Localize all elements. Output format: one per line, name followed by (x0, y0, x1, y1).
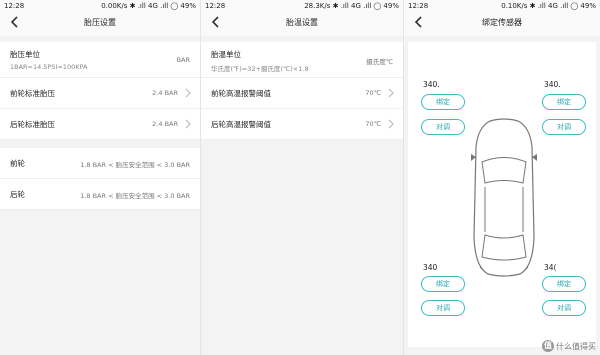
watermark-text: 什么值得买 (556, 341, 596, 351)
sensor-id-rear-right: 34( (544, 263, 557, 272)
bind-button-front-left[interactable]: 绑定 (421, 94, 465, 110)
tire-pressure-screen: 12:28 0.00K/s ✱ .ıll 4G .ıll ◯ 49% 胎压设置 … (0, 0, 200, 355)
pressure-unit-row[interactable]: 胎压单位 1BAR=14.5PSI=100KPA BAR (0, 42, 200, 78)
row-value: 70℃ (365, 120, 381, 128)
chevron-right-icon (388, 119, 394, 129)
row-value: 摄氏度℃ (366, 58, 393, 66)
row-value: 2.4 BAR (152, 89, 178, 97)
row-label: 胎温单位 (211, 50, 241, 59)
settings-list: 胎温单位 华氏度(℉)=32+摄氏度(℃)×1.8 摄氏度℃ 前轮高温报警阈值 … (201, 42, 403, 140)
front-high-temp-threshold-row[interactable]: 前轮高温报警阈值 70℃ (201, 78, 403, 109)
status-time: 12:28 (205, 2, 226, 10)
settings-list: 胎压单位 1BAR=14.5PSI=100KPA BAR 前轮标准胎压 2.4 … (0, 42, 200, 210)
swap-button-rear-right[interactable]: 对调 (542, 300, 586, 316)
status-indicators: 28.3K/s ✱ .ıll 4G .ıll ◯ 49% (304, 2, 399, 10)
swap-button-front-left[interactable]: 对调 (421, 119, 465, 135)
watermark-logo: 值 (542, 340, 554, 352)
rear-standard-pressure-row[interactable]: 后轮标准胎压 2.4 BAR (0, 109, 200, 140)
status-bar: 12:28 0.10K/s ✱ .ıll 4G .ıll ◯ 49% (404, 0, 600, 12)
page-title: 胎温设置 (286, 18, 318, 27)
row-value: 1.8 BAR < 胎压安全范围 < 3.0 BAR (80, 192, 190, 200)
car-top-view-icon (471, 118, 537, 277)
row-value: 70℃ (365, 89, 381, 97)
page-title: 胎压设置 (84, 18, 116, 27)
row-label: 胎压单位 (10, 50, 40, 59)
status-bar: 12:28 28.3K/s ✱ .ıll 4G .ıll ◯ 49% (201, 0, 403, 12)
rear-high-temp-threshold-row[interactable]: 后轮高温报警阈值 70℃ (201, 109, 403, 140)
row-label: 后轮 (10, 190, 25, 199)
temperature-unit-row[interactable]: 胎温单位 华氏度(℉)=32+摄氏度(℃)×1.8 摄氏度℃ (201, 42, 403, 78)
chevron-right-icon (185, 88, 191, 98)
status-time: 12:28 (4, 2, 25, 10)
status-time: 12:28 (408, 2, 429, 10)
title-bar: 胎温设置 (201, 12, 403, 36)
chevron-right-icon (185, 119, 191, 129)
front-standard-pressure-row[interactable]: 前轮标准胎压 2.4 BAR (0, 78, 200, 109)
row-value: 2.4 BAR (152, 120, 178, 128)
row-sublabel: 华氏度(℉)=32+摄氏度(℃)×1.8 (211, 65, 309, 73)
title-bar: 绑定传感器 (404, 12, 600, 36)
bind-sensor-screen: 12:28 0.10K/s ✱ .ıll 4G .ıll ◯ 49% 绑定传感器… (403, 0, 600, 355)
title-bar: 胎压设置 (0, 12, 200, 36)
status-indicators: 0.00K/s ✱ .ıll 4G .ıll ◯ 49% (101, 2, 196, 10)
bind-button-rear-left[interactable]: 绑定 (421, 276, 465, 292)
row-label: 前轮高温报警阈值 (211, 89, 271, 98)
sensor-id-rear-left: 340 (423, 263, 438, 272)
swap-button-rear-left[interactable]: 对调 (421, 300, 465, 316)
chevron-right-icon (388, 88, 394, 98)
swap-button-front-right[interactable]: 对调 (542, 119, 586, 135)
row-label: 后轮标准胎压 (10, 120, 55, 129)
sensor-id-front-right: 340. (544, 80, 561, 89)
row-sublabel: 1BAR=14.5PSI=100KPA (10, 63, 88, 71)
row-label: 前轮 (10, 159, 25, 168)
tire-temperature-screen: 12:28 28.3K/s ✱ .ıll 4G .ıll ◯ 49% 胎温设置 … (200, 0, 403, 355)
bind-button-front-right[interactable]: 绑定 (542, 94, 586, 110)
rear-wheel-range-row[interactable]: 后轮 1.8 BAR < 胎压安全范围 < 3.0 BAR (0, 179, 200, 210)
row-label: 后轮高温报警阈值 (211, 120, 271, 129)
status-indicators: 0.10K/s ✱ .ıll 4G .ıll ◯ 49% (501, 2, 596, 10)
section-divider (0, 140, 200, 148)
front-wheel-range-row[interactable]: 前轮 1.8 BAR < 胎压安全范围 < 3.0 BAR (0, 148, 200, 179)
bind-button-rear-right[interactable]: 绑定 (542, 276, 586, 292)
status-bar: 12:28 0.00K/s ✱ .ıll 4G .ıll ◯ 49% (0, 0, 200, 12)
sensor-card: 340. 绑定 对调 340. 绑定 对调 340 绑定 对调 34( 绑定 对… (408, 42, 596, 347)
row-value: BAR (176, 56, 190, 64)
row-label: 前轮标准胎压 (10, 89, 55, 98)
watermark: 值 什么值得买 (542, 340, 596, 352)
sensor-id-front-left: 340. (423, 80, 440, 89)
row-value: 1.8 BAR < 胎压安全范围 < 3.0 BAR (80, 161, 190, 169)
page-title: 绑定传感器 (482, 18, 522, 27)
